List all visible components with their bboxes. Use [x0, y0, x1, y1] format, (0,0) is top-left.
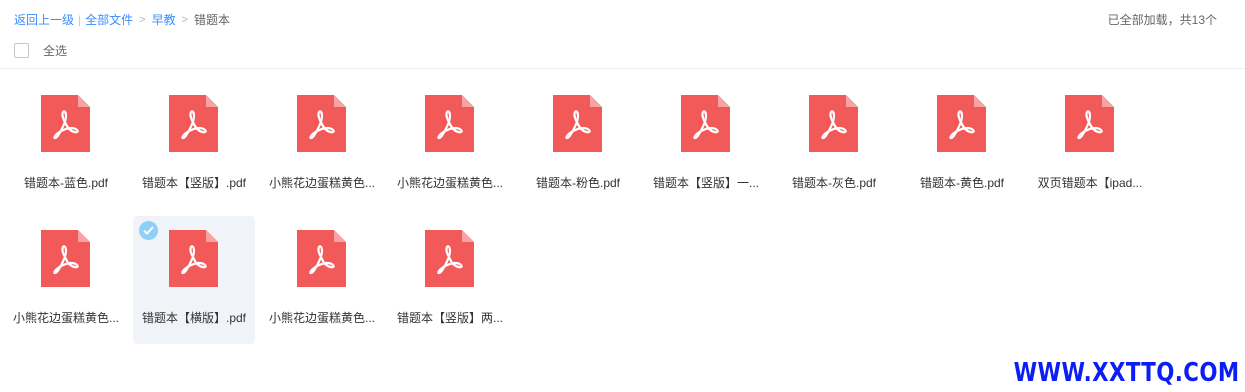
file-name: 错题本【竖版】一...: [652, 176, 759, 190]
pdf-icon: [41, 95, 90, 152]
select-all-checkbox[interactable]: [14, 43, 29, 58]
select-all-label: 全选: [43, 44, 68, 58]
file-item[interactable]: 小熊花边蛋糕黄色...: [389, 81, 511, 209]
check-circle-icon[interactable]: [139, 221, 158, 240]
file-item[interactable]: 小熊花边蛋糕黄色...: [5, 216, 127, 344]
file-item[interactable]: 小熊花边蛋糕黄色...: [261, 81, 383, 209]
pdf-icon: [425, 230, 474, 287]
file-name: 错题本-蓝色.pdf: [23, 176, 108, 190]
breadcrumb-all-files[interactable]: 全部文件: [85, 11, 133, 28]
chevron-right-icon: >: [181, 13, 189, 26]
pdf-icon: [937, 95, 986, 152]
divider: [0, 68, 1245, 69]
file-item[interactable]: 双页错题本【ipad...: [1029, 81, 1151, 209]
file-item[interactable]: 错题本【竖版】一...: [645, 81, 767, 209]
pdf-icon: [809, 95, 858, 152]
breadcrumb-divider: |: [78, 12, 82, 27]
file-name: 小熊花边蛋糕黄色...: [396, 176, 503, 190]
top-bar: 返回上一级 | 全部文件 > 早教 > 错题本 已全部加载，共13个: [14, 11, 1217, 28]
file-name: 错题本-粉色.pdf: [535, 176, 620, 190]
pdf-icon: [1065, 95, 1114, 152]
file-name: 错题本【竖版】两...: [396, 311, 503, 325]
file-item[interactable]: 错题本-粉色.pdf: [517, 81, 639, 209]
file-name: 小熊花边蛋糕黄色...: [12, 311, 119, 325]
file-name: 错题本-灰色.pdf: [791, 176, 876, 190]
file-name: 错题本【横版】.pdf: [141, 311, 247, 325]
breadcrumb: 返回上一级 | 全部文件 > 早教 > 错题本: [14, 11, 230, 28]
pdf-icon: [297, 95, 346, 152]
pdf-icon: [425, 95, 474, 152]
watermark: WWW.XXTTQ.COM: [1013, 358, 1239, 388]
load-status: 已全部加载，共13个: [1107, 13, 1217, 27]
file-name: 双页错题本【ipad...: [1037, 176, 1143, 190]
file-name: 小熊花边蛋糕黄色...: [268, 311, 375, 325]
pdf-icon: [169, 230, 218, 287]
file-item[interactable]: 小熊花边蛋糕黄色...: [261, 216, 383, 344]
file-item[interactable]: 错题本-黄色.pdf: [901, 81, 1023, 209]
pdf-icon: [681, 95, 730, 152]
file-name: 错题本-黄色.pdf: [919, 176, 1004, 190]
breadcrumb-current: 错题本: [194, 13, 231, 27]
file-item[interactable]: 错题本【竖版】两...: [389, 216, 511, 344]
file-name: 小熊花边蛋糕黄色...: [268, 176, 375, 190]
file-item[interactable]: 错题本-灰色.pdf: [773, 81, 895, 209]
pdf-icon: [297, 230, 346, 287]
pdf-icon: [41, 230, 90, 287]
chevron-right-icon: >: [139, 13, 146, 26]
breadcrumb-parent[interactable]: 早教: [152, 11, 176, 28]
file-item[interactable]: 错题本【横版】.pdf: [133, 216, 255, 344]
pdf-icon: [169, 95, 218, 152]
back-link[interactable]: 返回上一级: [14, 11, 74, 28]
pdf-icon: [553, 95, 602, 152]
file-item[interactable]: 错题本-蓝色.pdf: [5, 81, 127, 209]
file-name: 错题本【竖版】.pdf: [141, 176, 247, 190]
file-item[interactable]: 错题本【竖版】.pdf: [133, 81, 255, 209]
select-all[interactable]: 全选: [14, 42, 67, 59]
